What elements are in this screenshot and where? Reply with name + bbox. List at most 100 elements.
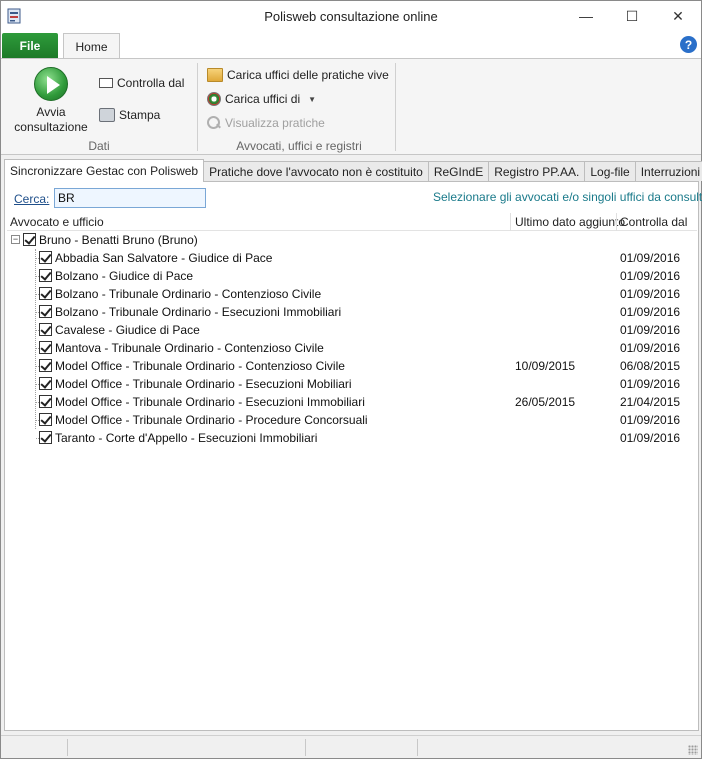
- checkbox[interactable]: [39, 269, 52, 282]
- visualizza-pratiche-label: Visualizza pratiche: [225, 116, 325, 130]
- status-separator: [305, 739, 306, 756]
- table-row[interactable]: Bolzano - Tribunale Ordinario - Esecuzio…: [7, 303, 697, 321]
- minimize-button[interactable]: —: [563, 1, 609, 31]
- search-label: Cerca:: [14, 192, 50, 206]
- search-icon: [207, 116, 221, 130]
- row-controlla: 06/08/2015: [620, 359, 681, 373]
- checkbox[interactable]: [39, 431, 52, 444]
- file-tab[interactable]: File: [2, 33, 58, 58]
- group-label-avvocati: Avvocati, uffici e registri: [236, 139, 362, 153]
- checkbox[interactable]: [39, 341, 52, 354]
- resize-grip-icon[interactable]: [688, 745, 698, 755]
- row-label: Model Office - Tribunale Ordinario - Ese…: [55, 395, 365, 409]
- table-row[interactable]: Abbadia San Salvatore - Giudice di Pace …: [7, 249, 697, 267]
- row-label: Bolzano - Giudice di Pace: [55, 269, 194, 283]
- stampa-button[interactable]: Stampa: [99, 105, 160, 125]
- table-row[interactable]: Cavalese - Giudice di Pace 01/09/2016: [7, 321, 697, 339]
- visualizza-pratiche-button: Visualizza pratiche: [207, 113, 325, 133]
- checkbox[interactable]: [39, 413, 52, 426]
- row-controlla: 01/09/2016: [620, 431, 681, 445]
- group-separator: [197, 63, 198, 151]
- row-controlla: 01/09/2016: [620, 323, 681, 337]
- row-label: Bolzano - Tribunale Ordinario - Esecuzio…: [55, 305, 342, 319]
- status-separator: [417, 739, 418, 756]
- row-label: Cavalese - Giudice di Pace: [55, 323, 200, 337]
- status-bar: [1, 735, 701, 758]
- row-label: Bolzano - Tribunale Ordinario - Contenzi…: [55, 287, 322, 301]
- tab-registro-ppaa[interactable]: Registro PP.AA.: [488, 161, 586, 181]
- status-separator: [67, 739, 68, 756]
- table-row[interactable]: Model Office - Tribunale Ordinario - Ese…: [7, 393, 697, 411]
- checkbox[interactable]: [39, 323, 52, 336]
- table-row[interactable]: Model Office - Tribunale Ordinario - Pro…: [7, 411, 697, 429]
- row-label: Abbadia San Salvatore - Giudice di Pace: [55, 251, 273, 265]
- checkbox[interactable]: [39, 359, 52, 372]
- group-separator: [395, 63, 396, 151]
- printer-icon: [99, 108, 115, 122]
- checkbox[interactable]: [39, 377, 52, 390]
- avvia-consultazione-button[interactable]: Avvia consultazione: [13, 65, 89, 137]
- collapse-toggle[interactable]: −: [11, 235, 20, 244]
- checkbox[interactable]: [39, 287, 52, 300]
- tab-interruzioni[interactable]: Interruzioni: [634, 161, 702, 181]
- row-controlla: 01/09/2016: [620, 251, 681, 265]
- row-controlla: 01/09/2016: [620, 305, 681, 319]
- tab-pratiche-non-costituito[interactable]: Pratiche dove l'avvocato non è costituit…: [203, 161, 429, 181]
- folder-open-icon: [207, 68, 223, 82]
- column-separator[interactable]: [616, 213, 617, 231]
- table-row[interactable]: Model Office - Tribunale Ordinario - Con…: [7, 357, 697, 375]
- ribbon: Avvia consultazione Controlla dal Stampa…: [1, 58, 701, 155]
- row-ultimo: 10/09/2015: [515, 359, 576, 373]
- search-input[interactable]: [54, 188, 206, 208]
- table-row[interactable]: Bolzano - Tribunale Ordinario - Contenzi…: [7, 285, 697, 303]
- maximize-button[interactable]: ☐: [609, 1, 655, 31]
- column-header-controlla[interactable]: Controlla dal: [620, 215, 687, 229]
- title-bar: Polisweb consultazione online — ☐ ✕: [1, 1, 701, 31]
- ribbon-tab-bar: File Home ?: [1, 31, 701, 59]
- row-label: Mantova - Tribunale Ordinario - Contenzi…: [55, 341, 324, 355]
- tab-log-file[interactable]: Log-file: [584, 161, 636, 181]
- checkbox[interactable]: [23, 233, 36, 246]
- play-icon: [34, 67, 68, 101]
- carica-uffici-vive-button[interactable]: Carica uffici delle pratiche vive: [207, 65, 389, 85]
- tree-parent-row[interactable]: − Bruno - Benatti Bruno (Bruno): [7, 231, 697, 249]
- checkbox[interactable]: [39, 395, 52, 408]
- content-tab-bar: Sincronizzare Gestac con Polisweb Pratic…: [4, 159, 702, 182]
- group-label-dati: Dati: [88, 139, 110, 153]
- parent-label: Bruno - Benatti Bruno (Bruno): [39, 233, 198, 247]
- tree-table: Avvocato e ufficio Ultimo dato aggiunto …: [7, 213, 697, 725]
- help-icon[interactable]: ?: [680, 36, 697, 53]
- carica-uffici-vive-label: Carica uffici delle pratiche vive: [227, 68, 389, 82]
- chevron-down-icon[interactable]: ▼: [308, 95, 316, 104]
- table-row[interactable]: Mantova - Tribunale Ordinario - Contenzi…: [7, 339, 697, 357]
- row-label: Model Office - Tribunale Ordinario - Ese…: [55, 377, 352, 391]
- emblem-icon: [207, 92, 221, 106]
- table-header: Avvocato e ufficio Ultimo dato aggiunto …: [7, 213, 697, 231]
- row-controlla: 01/09/2016: [620, 377, 681, 391]
- row-controlla: 01/09/2016: [620, 413, 681, 427]
- controlla-dal-label: Controlla dal: [117, 76, 185, 90]
- tab-regindе[interactable]: ReGIndE: [427, 161, 490, 181]
- home-tab[interactable]: Home: [63, 33, 120, 59]
- tab-sincronizzare[interactable]: Sincronizzare Gestac con Polisweb: [4, 159, 205, 182]
- column-separator[interactable]: [510, 213, 511, 231]
- carica-uffici-di-label: Carica uffici di: [225, 92, 301, 106]
- column-header-ufficio[interactable]: Avvocato e ufficio: [10, 215, 104, 229]
- sync-panel: Cerca: Selezionare gli avvocati e/o sing…: [4, 181, 702, 731]
- checkbox[interactable]: [39, 305, 52, 318]
- app-window: Polisweb consultazione online — ☐ ✕ File…: [0, 0, 702, 759]
- checkbox[interactable]: [39, 251, 52, 264]
- table-row[interactable]: Taranto - Corte d'Appello - Esecuzioni I…: [7, 429, 697, 447]
- row-controlla: 01/09/2016: [620, 341, 681, 355]
- row-label: Model Office - Tribunale Ordinario - Con…: [55, 359, 345, 373]
- close-button[interactable]: ✕: [655, 1, 701, 31]
- selection-hint: Selezionare gli avvocati e/o singoli uff…: [433, 190, 702, 204]
- table-row[interactable]: Model Office - Tribunale Ordinario - Ese…: [7, 375, 697, 393]
- row-label: Model Office - Tribunale Ordinario - Pro…: [55, 413, 368, 427]
- carica-uffici-di-button[interactable]: Carica uffici di ▼: [207, 89, 316, 109]
- table-row[interactable]: Bolzano - Giudice di Pace 01/09/2016: [7, 267, 697, 285]
- controlla-dal-button[interactable]: Controlla dal: [99, 73, 184, 93]
- row-controlla: 01/09/2016: [620, 269, 681, 283]
- row-controlla: 01/09/2016: [620, 287, 681, 301]
- column-header-ultimo[interactable]: Ultimo dato aggiunto: [515, 215, 625, 229]
